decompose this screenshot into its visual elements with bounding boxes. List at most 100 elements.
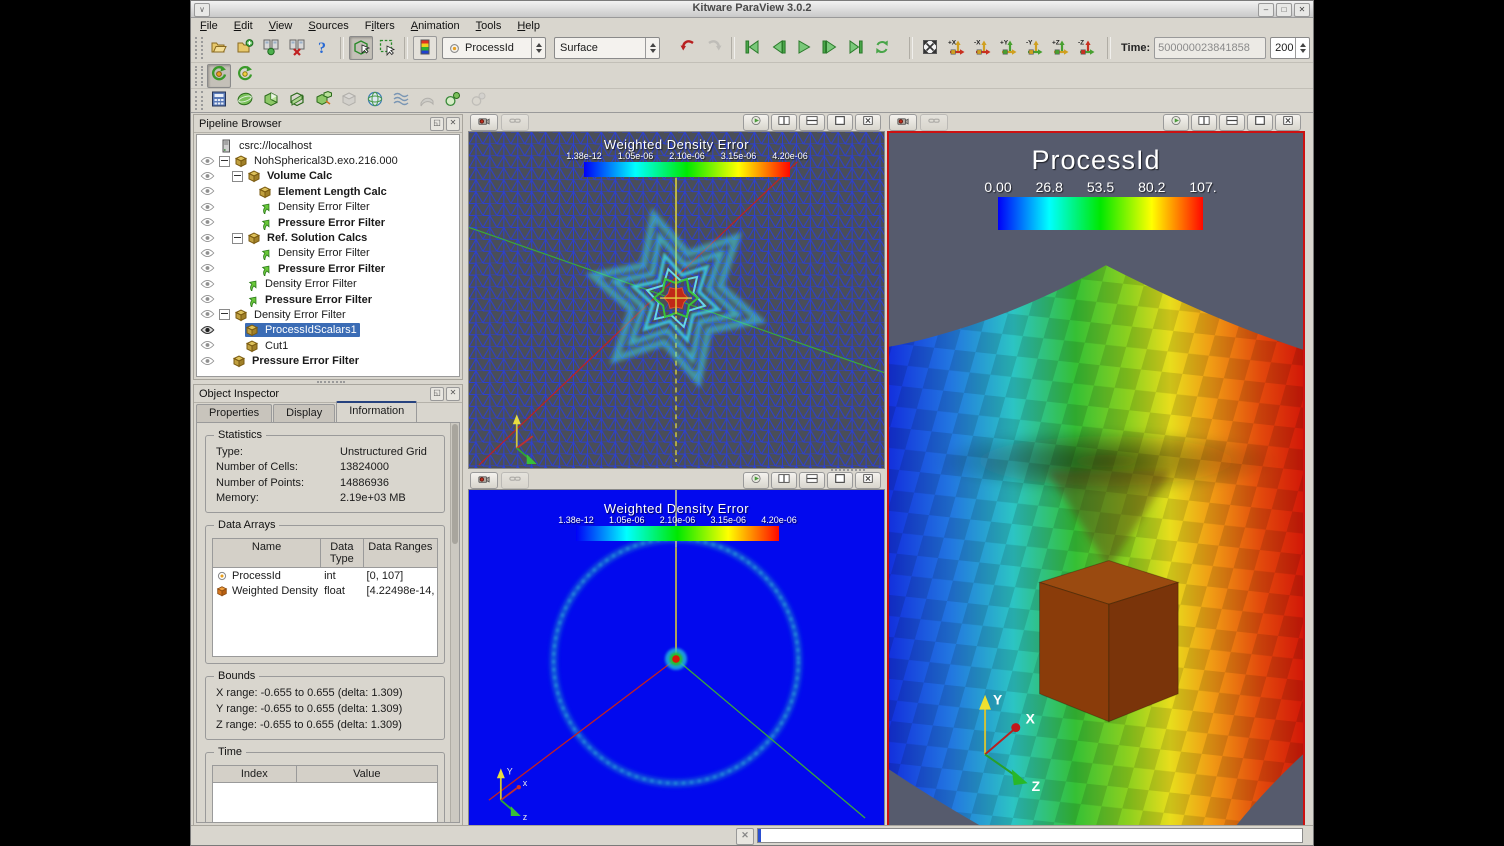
data-array-row[interactable]: ProcessIdint[0, 107] [213,568,437,583]
contour-filter-button[interactable] [363,89,387,113]
toolbar-handle[interactable] [195,91,203,109]
set-view-plus-x-button[interactable]: +X [944,36,968,60]
tree-expander-icon[interactable] [219,156,230,167]
inspector-scrollbar[interactable] [450,423,459,822]
lookmark-button[interactable] [889,114,917,131]
set-view-minus-z-button[interactable]: -Z [1074,36,1098,60]
menu-file[interactable]: File [193,19,225,33]
menu-filters[interactable]: Filters [358,19,402,33]
group-datasets-button[interactable] [467,89,491,113]
panel-float-button[interactable]: ◱ [430,117,444,131]
set-view-plus-z-button[interactable]: +Z [1048,36,1072,60]
toolbar-handle[interactable] [195,37,203,59]
render-view-top[interactable]: Weighted Density Error 1.38e-121.05e-062… [468,113,885,469]
visibility-eye-icon[interactable] [200,202,215,213]
pipeline-item-nohspherical3d-exo-216-000[interactable]: NohSpherical3D.exo.216.000 [197,153,459,168]
set-view-minus-x-button[interactable]: -X [970,36,994,60]
warp-vector-button[interactable] [415,89,439,113]
pipeline-item-pressure-error-filter[interactable]: Pressure Error Filter [197,261,459,276]
visibility-eye-icon[interactable] [200,325,215,336]
tree-expander-icon[interactable] [219,309,230,320]
visibility-eye-icon[interactable] [200,309,215,320]
lookmark-button[interactable] [470,472,498,489]
lookmark-button[interactable] [470,114,498,131]
view-options-button[interactable] [743,472,769,489]
split-vertical-button[interactable] [799,114,825,131]
panel-float-button[interactable]: ◱ [430,387,444,401]
pipeline-item-csrc-localhost[interactable]: csrc://localhost [197,138,459,153]
visibility-eye-icon[interactable] [200,279,215,290]
tree-expander-icon[interactable] [232,171,243,182]
frame-spinbox[interactable]: 200 [1270,37,1310,59]
pipeline-item-density-error-filter[interactable]: Density Error Filter [197,307,459,322]
column-header-data-ranges[interactable]: Data Ranges [364,539,437,567]
reset-camera-button[interactable] [918,36,942,60]
color-by-combo[interactable]: ProcessId [442,37,546,59]
render-area-mesh-star[interactable]: Weighted Density Error 1.38e-121.05e-062… [468,131,885,469]
connect-server-button[interactable] [259,36,283,60]
render-area-ring[interactable]: Yxz Weighted Density Error 1.38e-121.05e… [468,489,885,827]
rubber-band-select-button[interactable] [375,36,399,60]
set-view-minus-y-button[interactable]: -Y [1022,36,1046,60]
first-frame-button[interactable] [740,36,764,60]
tree-expander-icon[interactable] [232,233,243,244]
disconnect-server-button[interactable] [285,36,309,60]
visibility-eye-icon[interactable] [200,248,215,259]
undo-button[interactable] [676,36,700,60]
pipeline-item-pressure-error-filter[interactable]: Pressure Error Filter [197,292,459,307]
glyph-filter-button[interactable] [441,89,465,113]
split-horizontal-button[interactable] [771,472,797,489]
visibility-eye-icon[interactable] [200,156,215,167]
calculator-filter-button[interactable] [207,89,231,113]
toolbar-handle[interactable] [195,66,203,86]
split-vertical-button[interactable] [799,472,825,489]
play-button[interactable] [792,36,816,60]
slice-filter-button[interactable] [285,89,309,113]
close-view-button[interactable] [855,114,881,131]
edit-color-map-button[interactable] [413,36,437,60]
link-camera-button[interactable] [920,114,948,131]
pipeline-item-processidscalars1[interactable]: ProcessIdScalars1 [197,323,459,338]
representation-combo[interactable]: Surface [554,37,660,59]
visibility-eye-icon[interactable] [200,233,215,244]
visibility-eye-icon[interactable] [200,356,215,367]
panel-close-button[interactable]: ✕ [446,387,460,401]
split-horizontal-button[interactable] [771,114,797,131]
previous-frame-button[interactable] [766,36,790,60]
pipeline-item-cut1[interactable]: Cut1 [197,338,459,353]
time-input[interactable] [1154,37,1266,59]
link-camera-button[interactable] [501,114,529,131]
maximize-view-button[interactable] [827,472,853,489]
data-array-row[interactable]: Weighted Density Errorfloat[4.22498e-14,… [213,583,437,598]
pipeline-item-element-length-calc[interactable]: Element Length Calc [197,184,459,199]
load-state-button[interactable] [233,36,257,60]
split-horizontal-button[interactable] [1191,114,1217,131]
render-area-processid-surface[interactable]: Y X Z ProcessId 0.0026.853.580.2107. [887,131,1305,827]
tab-display[interactable]: Display [273,404,335,422]
open-file-button[interactable] [207,36,231,60]
column-header-value[interactable]: Value [297,766,437,782]
visibility-eye-icon[interactable] [200,186,215,197]
minimize-button[interactable]: – [1258,3,1274,17]
pipeline-item-ref-solution-calcs[interactable]: Ref. Solution Calcs [197,230,459,245]
visibility-eye-icon[interactable] [200,171,215,182]
select-cells-on-button[interactable] [349,36,373,60]
rescale-to-temporal-range-button[interactable] [233,64,257,88]
maximize-view-button[interactable] [827,114,853,131]
extract-subset-button[interactable] [337,89,361,113]
pipeline-item-volume-calc[interactable]: Volume Calc [197,169,459,184]
cancel-progress-button[interactable]: ✕ [736,828,754,845]
set-view-plus-y-button[interactable]: +Y [996,36,1020,60]
redo-button[interactable] [702,36,726,60]
render-view-bottom[interactable]: Yxz Weighted Density Error 1.38e-121.05e… [468,471,885,827]
pipeline-item-density-error-filter[interactable]: Density Error Filter [197,277,459,292]
tab-information[interactable]: Information [336,401,417,422]
close-button[interactable]: ✕ [1294,3,1310,17]
menu-view[interactable]: View [262,19,300,33]
visibility-eye-icon[interactable] [200,263,215,274]
view-splitter[interactable] [831,469,865,473]
visibility-eye-icon[interactable] [200,340,215,351]
close-view-button[interactable] [1275,114,1301,131]
menu-edit[interactable]: Edit [227,19,260,33]
view-options-button[interactable] [1163,114,1189,131]
